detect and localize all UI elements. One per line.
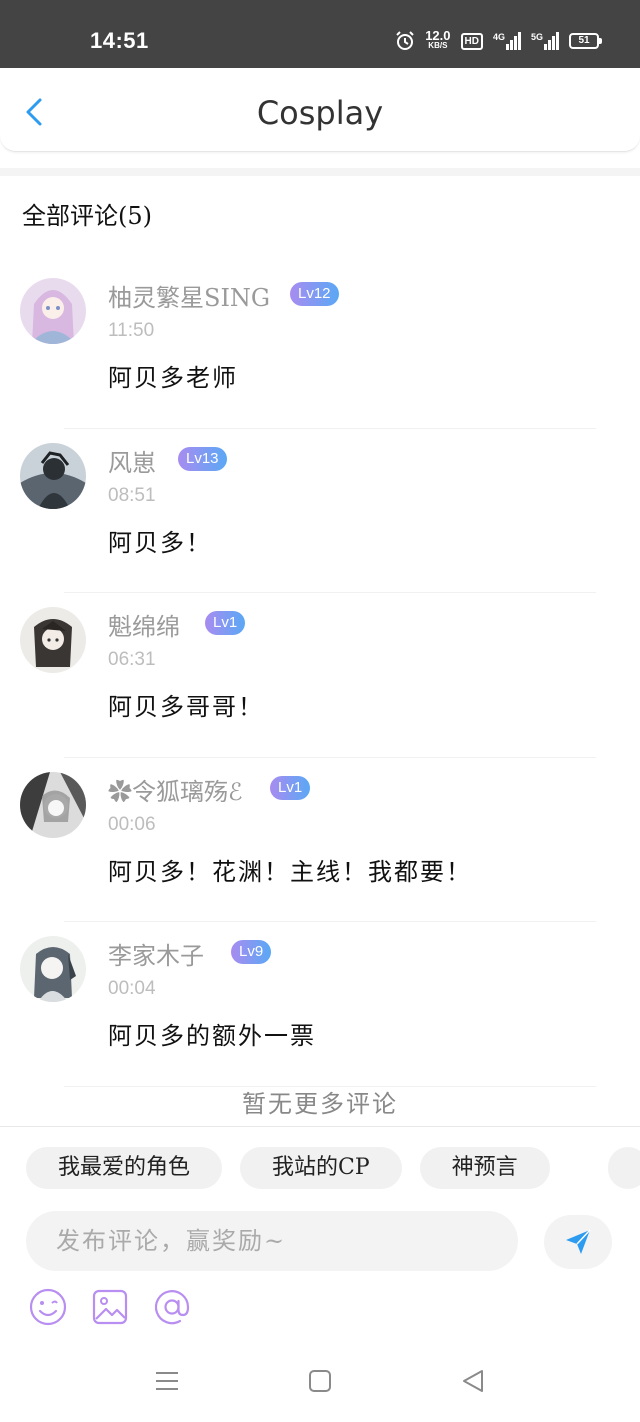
menu-icon	[156, 1372, 178, 1390]
topic-chip[interactable]: 我站的CP	[240, 1147, 402, 1189]
topic-chip-overflow[interactable]	[608, 1147, 640, 1189]
recent-apps-button[interactable]	[152, 1366, 182, 1396]
comment-author[interactable]: 风崽	[108, 443, 156, 478]
system-nav-bar	[0, 1344, 640, 1422]
avatar[interactable]	[20, 278, 86, 344]
comment-item: 李家木子 Lv9 00:04 阿贝多的额外一票	[0, 922, 640, 1087]
signal-4g-icon: 4G	[493, 32, 521, 50]
triangle-back-icon	[463, 1370, 483, 1392]
comment-author[interactable]: 魁绵绵	[108, 607, 180, 642]
send-icon	[566, 1229, 591, 1254]
level-badge: Lv1	[270, 775, 311, 800]
topic-chips: 我最爱的角色 我站的CP 神预言	[26, 1147, 550, 1189]
avatar[interactable]	[20, 442, 86, 509]
comment-time: 00:06	[108, 813, 156, 835]
avatar[interactable]	[20, 607, 86, 673]
level-badge: Lv9	[231, 940, 272, 964]
topic-chip[interactable]: 神预言	[419, 1147, 550, 1189]
send-button[interactable]	[544, 1215, 612, 1269]
header: Cosplay	[0, 68, 640, 152]
comment-list: 柚灵繁星SING Lv12 11:50 阿贝多老师 风崽 Lv13 08:51 …	[0, 264, 640, 1087]
mention-button[interactable]	[152, 1287, 192, 1327]
page-title: Cosplay	[256, 94, 384, 132]
comment-item: 柚灵繁星SING Lv12 11:50 阿贝多老师	[0, 264, 640, 429]
signal-4g-label: 4G	[492, 32, 505, 42]
comment-author[interactable]: ✿令狐璃殇ℰ	[108, 772, 243, 807]
comment-text: 阿贝多！	[108, 528, 212, 557]
composer-tools	[28, 1287, 192, 1327]
comment-input-container	[26, 1211, 518, 1271]
hd-icon: HD	[460, 32, 483, 50]
network-speed: 12.0 KB/S	[425, 28, 451, 51]
comment-time: 00:04	[108, 978, 156, 999]
avatar[interactable]	[20, 936, 86, 1002]
home-button[interactable]	[305, 1366, 335, 1396]
comment-item: 魁绵绵 Lv1 06:31 阿贝多哥哥！	[0, 593, 640, 758]
battery-level: 51	[569, 33, 599, 49]
comment-author[interactable]: 柚灵繁星SING	[108, 278, 270, 313]
status-bar: 14:51 12.0 KB/S HD 4G 5G 51	[0, 0, 640, 68]
square-icon	[309, 1370, 331, 1392]
comment-input[interactable]	[26, 1211, 518, 1271]
divider	[0, 168, 640, 176]
emoji-button[interactable]	[28, 1287, 68, 1327]
alarm-icon	[396, 31, 414, 50]
network-speed-value: 12.0	[425, 28, 451, 43]
battery-icon: 51	[569, 33, 602, 49]
comment-text: 阿贝多老师	[108, 364, 238, 392]
status-icons: 12.0 KB/S HD 4G 5G 51	[395, 26, 602, 56]
avatar[interactable]	[20, 771, 86, 838]
comment-time: 06:31	[108, 649, 156, 670]
status-time: 14:51	[90, 28, 149, 53]
comment-text: 阿贝多的额外一票	[108, 1022, 316, 1050]
level-badge: Lv1	[205, 611, 246, 635]
comment-author[interactable]: 李家木子	[108, 936, 204, 971]
image-icon	[92, 1289, 128, 1325]
image-button[interactable]	[90, 1287, 130, 1327]
comment-text: 阿贝多！花渊！主线！我都要！	[108, 857, 472, 886]
network-speed-unit: KB/S	[428, 41, 448, 50]
comment-time: 11:50	[108, 320, 155, 341]
emoji-icon	[29, 1288, 67, 1326]
comment-composer: 我最爱的角色 我站的CP 神预言	[0, 1126, 640, 1344]
mention-icon	[154, 1290, 190, 1325]
comment-item: ✿令狐璃殇ℰ Lv1 00:06 阿贝多！花渊！主线！我都要！	[0, 758, 640, 922]
back-nav-button[interactable]	[458, 1366, 488, 1396]
comment-text: 阿贝多哥哥！	[108, 693, 264, 721]
level-badge: Lv12	[290, 282, 339, 306]
comment-item: 风崽 Lv13 08:51 阿贝多！	[0, 429, 640, 593]
level-badge: Lv13	[178, 446, 227, 471]
signal-5g-icon: 5G	[531, 32, 559, 50]
signal-5g-label: 5G	[530, 32, 543, 42]
no-more-comments: 暂无更多评论	[242, 1090, 398, 1118]
topic-chip[interactable]: 我最爱的角色	[26, 1147, 223, 1189]
comments-count-title: 全部评论(5)	[22, 202, 152, 230]
comment-time: 08:51	[108, 484, 156, 506]
